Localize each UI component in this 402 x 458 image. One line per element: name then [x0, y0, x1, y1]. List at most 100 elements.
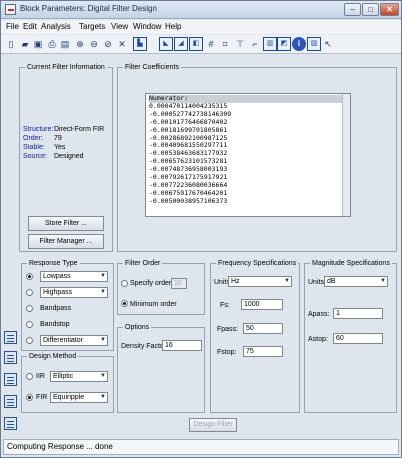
fir-method-select[interactable]: Equiripple ▼	[50, 392, 108, 403]
astop-label: Astop:	[308, 336, 328, 343]
bandpass-label: Bandpass	[40, 305, 72, 312]
filter-manager-button[interactable]: Filter Manager ...	[28, 234, 104, 249]
iir-radio[interactable]	[26, 373, 33, 380]
apass-input[interactable]: 1	[333, 308, 383, 319]
chevron-down-icon: ▼	[100, 394, 106, 400]
step-response-icon[interactable]: ⊤	[233, 37, 247, 51]
menu-edit[interactable]: Edit	[23, 22, 37, 31]
fpass-label: Fpass:	[217, 326, 239, 333]
new-icon[interactable]: ▯	[4, 37, 18, 51]
filter-coefficients-icon[interactable]: ◩	[277, 37, 291, 51]
menu-bar: File Edit Analysis Targets View Window H…	[1, 20, 401, 34]
menu-analysis[interactable]: Analysis	[41, 22, 71, 31]
transform-filter-icon[interactable]	[4, 351, 17, 364]
fstop-input[interactable]: 75	[243, 346, 283, 357]
pole-zero-icon[interactable]: #	[204, 37, 218, 51]
title-bar[interactable]: Block Parameters: Digital Filter Design …	[1, 1, 401, 19]
lowpass-select-value: Lowpass	[43, 273, 71, 280]
current-filter-panel: Current Filter Information Structure: Di…	[19, 63, 113, 252]
differentiator-radio[interactable]	[26, 337, 33, 344]
coefficient-value: -0.00500038957106373	[149, 196, 228, 205]
order-value: 79	[54, 135, 62, 142]
whats-this-icon[interactable]: i	[292, 37, 306, 51]
print-icon[interactable]: ⎙	[45, 37, 59, 51]
filter-order-panel: Filter Order Specify order: 10 Minimum o…	[117, 259, 205, 315]
design-filter-button[interactable]: Design Filter	[189, 418, 237, 432]
design-method-panel: Design Method IIR Elliptic ▼ FIR Equiripp…	[21, 352, 114, 413]
fir-label: FIR	[36, 394, 48, 401]
highpass-radio[interactable]	[26, 289, 33, 296]
pole-zero-editor-icon[interactable]	[4, 417, 17, 430]
differentiator-select[interactable]: Differentiator ▼	[40, 335, 108, 346]
source-label: Source:	[23, 153, 48, 160]
structure-value: Direct-Form FIR	[54, 126, 105, 133]
density-factor-input[interactable]: 16	[162, 340, 202, 351]
menu-targets[interactable]: Targets	[79, 22, 105, 31]
mag-phase-icon[interactable]: ◢	[174, 37, 188, 51]
realize-model-icon[interactable]	[4, 395, 17, 408]
maximize-button[interactable]: □	[362, 3, 379, 16]
iir-method-select[interactable]: Elliptic ▼	[50, 371, 108, 382]
magnitude-specs-panel: Magnitude Specifications Units: dB ▼ Apas…	[304, 259, 397, 413]
frequency-specs-panel: Frequency Specifications Units: Hz ▼ Fs: …	[210, 259, 300, 413]
response-type-panel: Response Type Lowpass ▼ Highpass ▼ Bandpas…	[21, 259, 114, 351]
coefficients-listbox[interactable]: Numerator: 0.000470114004235315 -0.000527…	[145, 93, 351, 217]
minimize-button[interactable]: –	[344, 3, 361, 16]
bandstop-radio[interactable]	[26, 321, 33, 328]
lowpass-select[interactable]: Lowpass ▼	[40, 271, 108, 282]
specify-order-input[interactable]: 10	[171, 278, 187, 289]
zoom-in-icon[interactable]: ⊕	[73, 37, 87, 51]
freq-units-select[interactable]: Hz ▼	[228, 276, 292, 287]
iir-label: IIR	[36, 373, 45, 380]
specify-order-radio[interactable]	[121, 280, 128, 287]
chevron-down-icon: ▼	[100, 273, 106, 279]
create-multirate-icon[interactable]	[4, 373, 17, 386]
response-type-legend: Response Type	[27, 259, 80, 268]
filter-specs-icon[interactable]: ✕	[115, 37, 129, 51]
stable-label: Stable:	[23, 144, 45, 151]
zoom-out-icon[interactable]: ⊖	[87, 37, 101, 51]
print-preview-icon[interactable]: ▤	[58, 37, 72, 51]
menu-help[interactable]: Help	[165, 22, 181, 31]
apass-label: Apass:	[308, 311, 330, 318]
help-pointer-icon[interactable]: ↖	[321, 37, 335, 51]
coefficients-scrollbar[interactable]	[342, 94, 350, 216]
bandstop-label: Bandstop	[40, 321, 70, 328]
bandpass-radio[interactable]	[26, 305, 33, 312]
store-filter-button[interactable]: Store Filter ...	[28, 216, 104, 231]
datatip-icon[interactable]: ▧	[307, 37, 321, 51]
toolbar: ▯ ▰ ▣ ⎙ ▤ ⊕ ⊖ ⊘ ✕ ▙ ◣ ◢ ◧ # ⌗ ⊤ ⌐ ▥ ◩ i …	[1, 35, 401, 54]
chevron-down-icon: ▼	[100, 373, 106, 379]
minimum-order-label: Minimum order	[130, 301, 177, 308]
chevron-down-icon: ▼	[100, 337, 106, 343]
chevron-down-icon: ▼	[380, 278, 386, 284]
full-view-icon[interactable]: ⊘	[101, 37, 115, 51]
open-icon[interactable]: ▰	[18, 37, 32, 51]
lowpass-radio[interactable]	[26, 273, 33, 280]
fpass-input[interactable]: 50	[243, 323, 283, 334]
astop-input[interactable]: 60	[333, 333, 383, 344]
magnitude-response-icon[interactable]: ▙	[133, 37, 147, 51]
info-icon[interactable]: ▥	[263, 37, 277, 51]
differentiator-select-value: Differentiator	[43, 337, 83, 344]
phase-response-icon[interactable]: ◣	[159, 37, 173, 51]
close-button[interactable]: ✕	[380, 3, 399, 16]
save-icon[interactable]: ▣	[31, 37, 45, 51]
menu-view[interactable]: View	[111, 22, 128, 31]
specify-order-label: Specify order:	[130, 280, 174, 287]
options-panel: Options Density Factor: 16	[117, 323, 205, 413]
minimum-order-radio[interactable]	[121, 300, 128, 307]
mag-units-select[interactable]: dB ▼	[324, 276, 388, 287]
menu-window[interactable]: Window	[133, 22, 161, 31]
design-filter-panel-icon[interactable]	[4, 331, 17, 344]
impulse-response-icon[interactable]: ⌗	[218, 37, 232, 51]
filter-order-legend: Filter Order	[123, 259, 163, 268]
coefficients-icon[interactable]: ⌐	[248, 37, 262, 51]
highpass-select[interactable]: Highpass ▼	[40, 287, 108, 298]
stable-value: Yes	[54, 144, 66, 151]
fs-input[interactable]: 1000	[241, 299, 283, 310]
fir-radio[interactable]	[26, 394, 33, 401]
menu-file[interactable]: File	[6, 22, 19, 31]
coefficients-list: 0.000470114004235315 -0.00052774273814630…	[149, 102, 347, 206]
group-delay-icon[interactable]: ◧	[189, 37, 203, 51]
